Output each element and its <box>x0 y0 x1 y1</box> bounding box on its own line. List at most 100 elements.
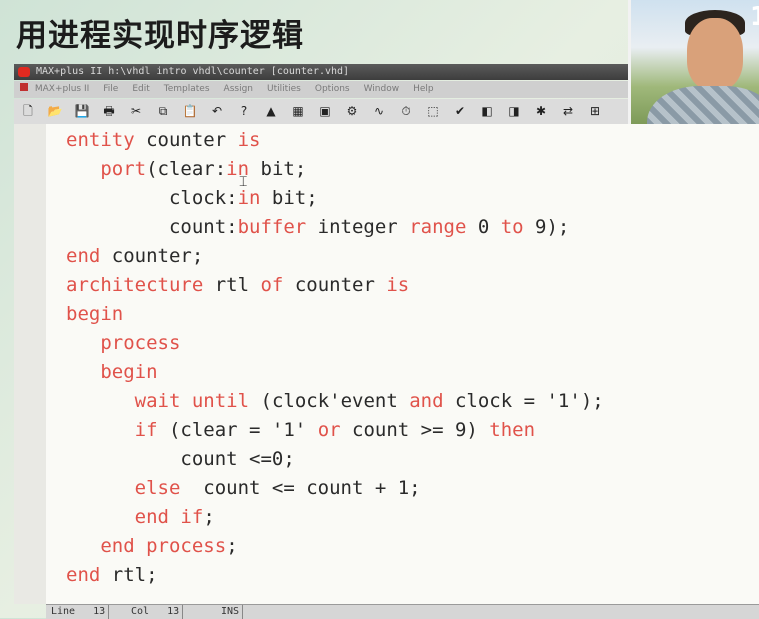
code-keyword: architecture <box>66 274 204 296</box>
menu-item-file[interactable]: File <box>103 84 118 94</box>
code-token: (clear: <box>146 158 227 180</box>
code-line[interactable]: process <box>66 329 604 358</box>
webcam-number: 1 <box>750 2 759 32</box>
new-file-icon[interactable]: 🗋 <box>20 103 36 119</box>
code-line[interactable]: wait until (clock'event and clock = '1')… <box>66 387 604 416</box>
menu-item-window[interactable]: Window <box>364 84 400 94</box>
cut-icon[interactable]: ✂ <box>128 103 144 119</box>
project-save-compile-icon[interactable]: ◧ <box>479 103 495 119</box>
code-token: count: <box>66 216 238 238</box>
project-save-check-icon[interactable]: ✔ <box>452 103 468 119</box>
project-save-simulate-icon[interactable]: ◨ <box>506 103 522 119</box>
code-token: ; <box>203 506 215 528</box>
code-token: (clear = '1' <box>157 419 318 441</box>
app-icon[interactable] <box>18 67 30 77</box>
undo-icon[interactable]: ↶ <box>209 103 225 119</box>
menu-item-templates[interactable]: Templates <box>164 84 210 94</box>
code-token: count >= 9) <box>340 419 490 441</box>
code-line[interactable]: count:buffer integer range 0 to 9); <box>66 213 604 242</box>
code-token: bit; <box>260 187 318 209</box>
text-cursor: ⌶ <box>239 174 248 190</box>
open-icon[interactable]: 📂 <box>47 103 63 119</box>
replace-icon[interactable]: ⇄ <box>560 103 576 119</box>
menu-item-assign[interactable]: Assign <box>224 84 253 94</box>
code-token: clock: <box>66 187 238 209</box>
tile-icon[interactable]: ⊞ <box>587 103 603 119</box>
menu-item-utilities[interactable]: Utilities <box>267 84 301 94</box>
timing-icon[interactable]: ⏱ <box>398 103 414 119</box>
print-icon[interactable]: 🖶 <box>101 103 117 119</box>
code-keyword: else <box>134 477 181 499</box>
presenter-face <box>687 18 743 90</box>
save-icon[interactable]: 💾 <box>74 103 90 119</box>
code-keyword: process <box>146 535 227 557</box>
code-line[interactable]: port(clear:in bit; <box>66 155 604 184</box>
code-keyword: process <box>100 332 181 354</box>
code-text[interactable]: entity counter is port(clear:in bit; clo… <box>66 126 604 590</box>
code-line[interactable]: end if; <box>66 503 604 532</box>
code-line[interactable]: entity counter is <box>66 126 604 155</box>
slide-title: 用进程实现时序逻辑 <box>16 18 304 54</box>
code-token: bit; <box>249 158 307 180</box>
code-line[interactable]: end process; <box>66 532 604 561</box>
code-token: integer <box>306 216 410 238</box>
code-keyword: range <box>409 216 467 238</box>
code-keyword: end <box>100 535 135 557</box>
paste-icon[interactable]: 📋 <box>182 103 198 119</box>
code-token: count <=0; <box>66 448 295 470</box>
code-line[interactable]: begin <box>66 300 604 329</box>
menu-item-max-plus-ii[interactable]: MAX+plus II <box>35 84 89 94</box>
code-line[interactable]: end rtl; <box>66 561 604 590</box>
code-keyword: wait <box>134 390 181 412</box>
code-keyword: then <box>489 419 536 441</box>
programmer-icon[interactable]: ⬚ <box>425 103 441 119</box>
code-keyword: end <box>66 564 101 586</box>
toolbar: 🗋 📂 💾 🖶 ✂ ⧉ 📋 ↶? ▲ ▦ ▣ ⚙ ∿ ⏱ ⬚ ✔ ◧ ◨ ✱ ⇄ ⊞ <box>14 99 628 125</box>
code-keyword: end <box>134 506 169 528</box>
code-keyword: is <box>237 129 261 151</box>
menu-item-options[interactable]: Options <box>315 84 350 94</box>
code-keyword: if <box>180 506 204 528</box>
code-token: (clock'event <box>249 390 410 412</box>
help-pointer-icon[interactable]: ? <box>236 103 252 119</box>
menu-bar: MAX+plus II File Edit Templates Assign Utilit… <box>14 81 628 98</box>
hierarchy-icon[interactable]: ▲ <box>263 103 279 119</box>
code-line[interactable]: end counter; <box>66 242 604 271</box>
code-token: clock = '1'); <box>443 390 604 412</box>
code-line[interactable]: count <=0; <box>66 445 604 474</box>
compiler-icon[interactable]: ⚙ <box>344 103 360 119</box>
find-icon[interactable]: ✱ <box>533 103 549 119</box>
code-keyword: of <box>260 274 284 296</box>
window-titlebar[interactable]: MAX+plus II h:\vhdl intro vhdl\counter [… <box>14 64 628 80</box>
code-keyword: if <box>134 419 158 441</box>
symbol-icon[interactable]: ▣ <box>317 103 333 119</box>
copy-icon[interactable]: ⧉ <box>155 103 171 119</box>
code-token: 9); <box>523 216 570 238</box>
status-col: Col 13 <box>128 605 184 619</box>
code-token: 0 <box>466 216 501 238</box>
editor-gutter <box>14 124 47 604</box>
code-line[interactable]: architecture rtl of counter is <box>66 271 604 300</box>
code-keyword: end <box>66 245 101 267</box>
code-token: counter <box>134 129 238 151</box>
code-token: rtl; <box>100 564 158 586</box>
code-keyword: to <box>500 216 524 238</box>
menu-item-edit[interactable]: Edit <box>132 84 149 94</box>
window-title: MAX+plus II h:\vhdl intro vhdl\counter [… <box>36 66 350 77</box>
code-line[interactable]: begin <box>66 358 604 387</box>
simulator-icon[interactable]: ∿ <box>371 103 387 119</box>
code-line[interactable]: if (clear = '1' or count >= 9) then <box>66 416 604 445</box>
code-line[interactable]: else count <= count + 1; <box>66 474 604 503</box>
floorplan-icon[interactable]: ▦ <box>290 103 306 119</box>
code-token: counter <box>283 274 387 296</box>
menu-item-help[interactable]: Help <box>413 84 434 94</box>
code-keyword: begin <box>66 303 124 325</box>
code-token: ; <box>226 535 238 557</box>
code-line[interactable]: clock:in bit; <box>66 184 604 213</box>
